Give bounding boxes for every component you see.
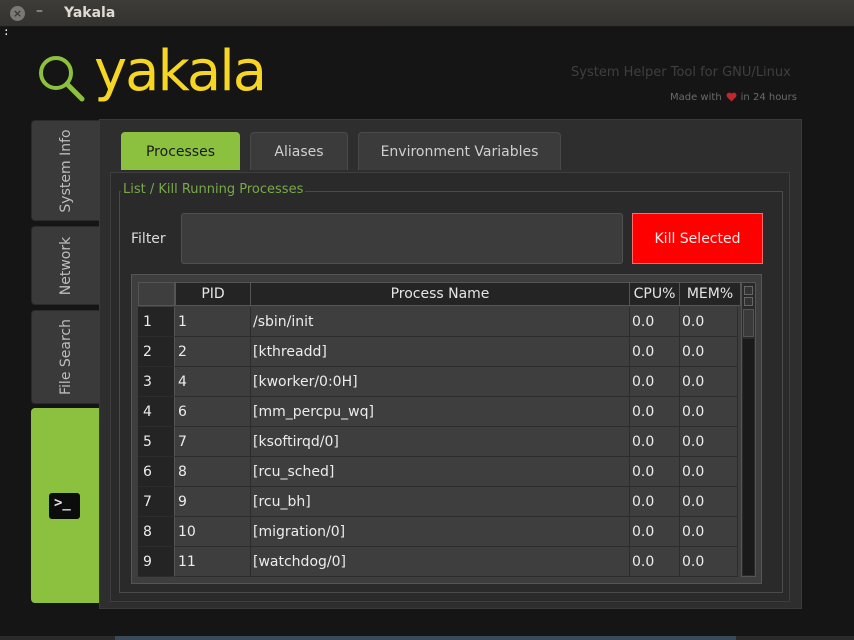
table-row[interactable]: 6 8 [rcu_sched] 0.0 0.0 bbox=[138, 457, 738, 487]
cell-mem: 0.0 bbox=[679, 517, 738, 547]
scrollbar-track[interactable] bbox=[743, 339, 754, 575]
cell-process-name: [rcu_sched] bbox=[250, 457, 630, 487]
app-subtitle: System Helper Tool for GNU/Linux bbox=[571, 65, 791, 80]
cell-cpu: 0.0 bbox=[629, 397, 680, 427]
cell-cpu: 0.0 bbox=[629, 487, 680, 517]
cell-cpu: 0.0 bbox=[629, 547, 680, 577]
tab-processes[interactable]: Processes bbox=[121, 132, 240, 170]
made-with-suffix: in 24 hours bbox=[740, 92, 797, 103]
cell-pid: 2 bbox=[175, 337, 251, 367]
bottom-edge bbox=[0, 636, 854, 640]
cell-process-name: [ksoftirqd/0] bbox=[250, 427, 630, 457]
row-number: 2 bbox=[138, 337, 175, 367]
sidebar-item-label: Network bbox=[58, 236, 74, 295]
cell-process-name: [kworker/0:0H] bbox=[250, 367, 630, 397]
cell-cpu: 0.0 bbox=[629, 517, 680, 547]
terminal-glyph: : bbox=[3, 25, 10, 38]
magnifier-icon bbox=[39, 56, 85, 102]
cell-cpu: 0.0 bbox=[629, 307, 680, 337]
column-header-pid[interactable]: PID bbox=[175, 282, 251, 306]
row-number: 5 bbox=[138, 427, 175, 457]
cell-process-name: [rcu_bh] bbox=[250, 487, 630, 517]
cell-pid: 9 bbox=[175, 487, 251, 517]
cell-process-name: [mm_percpu_wq] bbox=[250, 397, 630, 427]
made-with-prefix: Made with bbox=[670, 92, 722, 103]
cell-mem: 0.0 bbox=[679, 397, 738, 427]
group-title: List / Kill Running Processes bbox=[121, 182, 306, 197]
table-row[interactable]: 5 7 [ksoftirqd/0] 0.0 0.0 bbox=[138, 427, 738, 457]
cell-pid: 8 bbox=[175, 457, 251, 487]
table-row[interactable]: 7 9 [rcu_bh] 0.0 0.0 bbox=[138, 487, 738, 517]
kill-selected-button[interactable]: Kill Selected bbox=[632, 213, 763, 264]
cell-process-name: /sbin/init bbox=[250, 307, 630, 337]
main-panel: Processes Aliases Environment Variables … bbox=[99, 119, 802, 609]
cell-cpu: 0.0 bbox=[629, 457, 680, 487]
minimize-button[interactable]: – bbox=[36, 3, 43, 19]
row-number: 3 bbox=[138, 367, 175, 397]
scrollbar-handle[interactable] bbox=[743, 309, 754, 337]
sidebar-item-system-info[interactable]: System Info bbox=[31, 120, 101, 221]
row-number: 8 bbox=[138, 517, 175, 547]
table-row[interactable]: 1 1 /sbin/init 0.0 0.0 bbox=[138, 307, 738, 337]
table-row[interactable]: 4 6 [mm_percpu_wq] 0.0 0.0 bbox=[138, 397, 738, 427]
minimize-icon: – bbox=[36, 3, 43, 19]
cell-mem: 0.0 bbox=[679, 307, 738, 337]
table-corner bbox=[138, 282, 175, 306]
row-number: 6 bbox=[138, 457, 175, 487]
column-header-process-name[interactable]: Process Name bbox=[250, 282, 630, 306]
close-button[interactable]: × bbox=[10, 6, 25, 21]
tab-aliases[interactable]: Aliases bbox=[250, 132, 348, 170]
scroll-up-button[interactable] bbox=[744, 286, 753, 295]
table-row[interactable]: 3 4 [kworker/0:0H] 0.0 0.0 bbox=[138, 367, 738, 397]
filter-input[interactable] bbox=[181, 213, 623, 264]
cell-process-name: [kthreadd] bbox=[250, 337, 630, 367]
table-row[interactable]: 2 2 [kthreadd] 0.0 0.0 bbox=[138, 337, 738, 367]
scroll-down-button[interactable] bbox=[744, 297, 753, 306]
close-icon: × bbox=[12, 7, 23, 20]
cell-mem: 0.0 bbox=[679, 487, 738, 517]
cell-mem: 0.0 bbox=[679, 547, 738, 577]
cell-mem: 0.0 bbox=[679, 457, 738, 487]
sidebar-item-network[interactable]: Network bbox=[31, 226, 101, 305]
sidebar-item-terminal[interactable]: >_ bbox=[31, 408, 101, 603]
cell-pid: 6 bbox=[175, 397, 251, 427]
window-title: Yakala bbox=[64, 5, 116, 21]
cell-process-name: [watchdog/0] bbox=[250, 547, 630, 577]
row-number: 9 bbox=[138, 547, 175, 577]
sidebar-item-label: System Info bbox=[58, 128, 74, 213]
tab-environment-variables[interactable]: Environment Variables bbox=[358, 132, 561, 170]
row-number: 7 bbox=[138, 487, 175, 517]
sidebar-item-file-search[interactable]: File Search bbox=[31, 310, 101, 404]
cell-mem: 0.0 bbox=[679, 427, 738, 457]
cell-cpu: 0.0 bbox=[629, 367, 680, 397]
terminal-icon: >_ bbox=[49, 493, 80, 519]
column-header-mem[interactable]: MEM% bbox=[679, 282, 741, 306]
cell-pid: 11 bbox=[175, 547, 251, 577]
made-with-note: Made with in 24 hours bbox=[670, 92, 797, 103]
vertical-scrollbar[interactable] bbox=[741, 282, 756, 577]
cell-pid: 7 bbox=[175, 427, 251, 457]
row-number: 1 bbox=[138, 307, 175, 337]
filter-label: Filter bbox=[131, 231, 166, 247]
cell-mem: 0.0 bbox=[679, 337, 738, 367]
bottom-edge-highlight bbox=[115, 636, 736, 640]
table-row[interactable]: 8 10 [migration/0] 0.0 0.0 bbox=[138, 517, 738, 547]
sidebar-item-label: File Search bbox=[58, 319, 74, 395]
row-number: 4 bbox=[138, 397, 175, 427]
cell-process-name: [migration/0] bbox=[250, 517, 630, 547]
cell-pid: 10 bbox=[175, 517, 251, 547]
cell-mem: 0.0 bbox=[679, 367, 738, 397]
table-body: 1 1 /sbin/init 0.0 0.0 2 2 [kthreadd] 0.… bbox=[138, 307, 738, 577]
process-table: PID Process Name CPU% MEM% 1 1 /sbin/ini… bbox=[131, 274, 762, 584]
cell-pid: 4 bbox=[175, 367, 251, 397]
cell-pid: 1 bbox=[175, 307, 251, 337]
cell-cpu: 0.0 bbox=[629, 337, 680, 367]
title-bar: × – Yakala bbox=[0, 0, 854, 27]
table-row[interactable]: 9 11 [watchdog/0] 0.0 0.0 bbox=[138, 547, 738, 577]
cell-cpu: 0.0 bbox=[629, 427, 680, 457]
logo-text: yakala bbox=[94, 39, 267, 104]
processes-page: List / Kill Running Processes Filter Kil… bbox=[110, 172, 790, 602]
heart-icon bbox=[726, 92, 737, 102]
column-header-cpu[interactable]: CPU% bbox=[629, 282, 680, 306]
